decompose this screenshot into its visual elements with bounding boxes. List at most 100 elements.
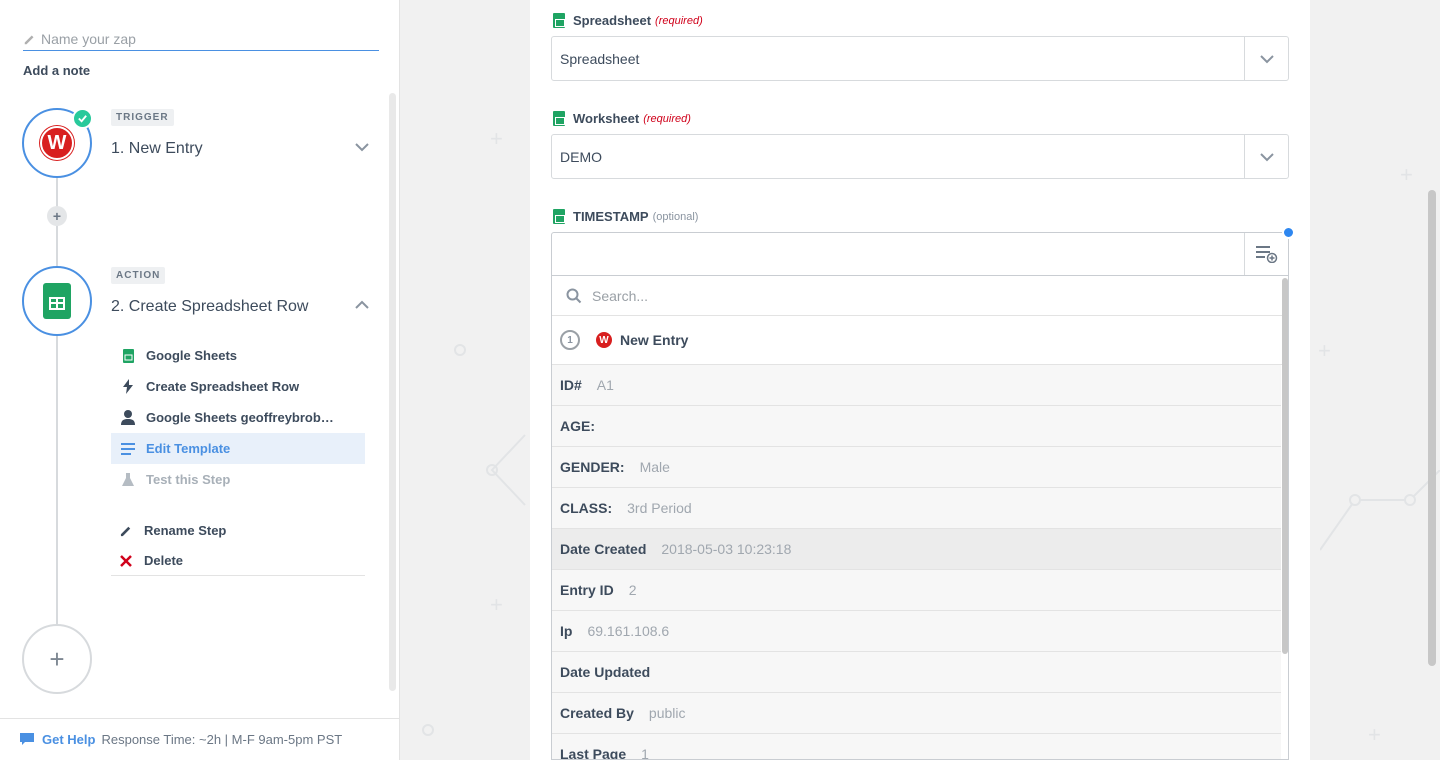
field-key: Entry ID (560, 582, 614, 598)
delete-step-button[interactable]: Delete (111, 546, 365, 576)
wufoo-icon: W (40, 126, 74, 160)
field-label-text: Worksheet (573, 111, 640, 126)
menu-item-account[interactable]: Google Sheets geoffreybrob… (111, 402, 365, 433)
zap-name-field[interactable] (23, 28, 379, 51)
sheets-icon (553, 209, 565, 224)
field-option[interactable]: AGE: (552, 406, 1281, 447)
field-value: public (648, 705, 686, 721)
spreadsheet-select[interactable]: Spreadsheet (551, 36, 1289, 81)
pencil-icon (24, 35, 34, 45)
decorative-plus: + (1400, 162, 1413, 187)
required-tag: (required) (643, 112, 691, 125)
field-option[interactable]: ID# A1 (552, 365, 1281, 406)
wufoo-icon: W (596, 332, 612, 348)
decorative-network (1320, 470, 1440, 551)
menu-item-choose-action[interactable]: Create Spreadsheet Row (111, 371, 365, 402)
rename-step-button[interactable]: Rename Step (111, 515, 365, 546)
field-key: CLASS: (560, 500, 613, 516)
decorative-circle (422, 724, 434, 736)
action-step-title[interactable]: 2. Create Spreadsheet Row (111, 298, 308, 316)
field-key: Ip (560, 623, 573, 639)
list-icon (119, 440, 137, 458)
chevron-down-icon[interactable] (1244, 37, 1288, 80)
user-icon (119, 409, 137, 427)
page-scrollbar[interactable] (1428, 190, 1436, 666)
focus-indicator-dot (1282, 226, 1295, 239)
spreadsheet-field-label: Spreadsheet (required) (553, 13, 703, 28)
field-search (552, 276, 1288, 316)
check-icon (72, 108, 93, 129)
step-number-badge: 1 (560, 330, 580, 350)
field-key: Date Created (560, 541, 647, 557)
insert-field-icon[interactable] (1244, 233, 1288, 275)
step-connector-line (56, 334, 58, 624)
search-icon (566, 288, 582, 303)
timestamp-input[interactable] (551, 232, 1289, 276)
zap-name-input[interactable] (41, 31, 361, 47)
field-value: 1 (641, 746, 649, 760)
menu-item-label: Create Spreadsheet Row (146, 379, 300, 394)
google-sheets-icon (43, 283, 71, 319)
worksheet-select[interactable]: DEMO (551, 134, 1289, 179)
chevron-up-icon[interactable] (353, 296, 371, 314)
chevron-down-icon[interactable] (1244, 135, 1288, 178)
menu-item-label: Edit Template (146, 441, 231, 456)
step-group-label: New Entry (620, 332, 689, 348)
field-option[interactable]: Date Updated (552, 652, 1281, 693)
field-option[interactable]: Last Page 1 (552, 734, 1281, 760)
decorative-plus: + (490, 126, 503, 151)
action-step-icon[interactable] (22, 266, 92, 336)
rename-step-label: Rename Step (144, 523, 227, 538)
field-option[interactable]: CLASS: 3rd Period (552, 488, 1281, 529)
field-value: 2018-05-03 10:23:18 (661, 541, 792, 557)
menu-item-label: Google Sheets geoffreybrob… (146, 410, 334, 425)
field-search-input[interactable] (592, 287, 1192, 304)
close-icon (117, 552, 135, 570)
add-step-button[interactable]: + (22, 624, 92, 694)
delete-step-label: Delete (144, 553, 184, 568)
field-value: 2 (628, 582, 637, 598)
bolt-icon (119, 378, 137, 396)
field-option[interactable]: GENDER: Male (552, 447, 1281, 488)
chevron-down-icon[interactable] (353, 138, 371, 156)
field-value: 69.161.108.6 (587, 623, 670, 639)
select-value: Spreadsheet (560, 50, 640, 67)
field-key: Created By (560, 705, 634, 721)
menu-item-label: Google Sheets (146, 348, 238, 363)
decorative-plus: + (1368, 722, 1381, 747)
add-note-link[interactable]: Add a note (23, 63, 90, 78)
chat-icon (20, 733, 34, 745)
field-option[interactable]: Created By public (552, 693, 1281, 734)
field-key: GENDER: (560, 459, 625, 475)
flask-icon (119, 471, 137, 489)
action-step-menu: Google Sheets Create Spreadsheet Row Goo… (111, 340, 365, 576)
get-help-link[interactable]: Get Help (42, 732, 95, 747)
help-footer: Get Help Response Time: ~2h | M-F 9am-5p… (0, 718, 400, 760)
field-option[interactable]: Ip 69.161.108.6 (552, 611, 1281, 652)
worksheet-field-label: Worksheet (required) (553, 111, 691, 126)
sheets-icon (553, 13, 565, 28)
dropdown-scrollbar[interactable] (1282, 278, 1288, 654)
field-key: AGE: (560, 418, 595, 434)
timestamp-field-label: TIMESTAMP (optional) (553, 209, 698, 224)
field-option[interactable]: Entry ID 2 (552, 570, 1281, 611)
required-tag: (required) (655, 14, 703, 27)
trigger-step-title[interactable]: 1. New Entry (111, 140, 203, 158)
menu-item-label: Test this Step (146, 472, 231, 487)
field-picker-dropdown: 1 W New Entry ID# A1 AGE: GENDER: Male CLA… (551, 276, 1289, 760)
field-option[interactable]: Date Created 2018-05-03 10:23:18 (552, 529, 1281, 570)
menu-item-edit-template[interactable]: Edit Template (111, 433, 365, 464)
field-label-text: TIMESTAMP (573, 209, 649, 224)
field-label-text: Spreadsheet (573, 13, 652, 28)
add-step-between-button[interactable]: + (47, 206, 67, 226)
menu-item-test-step[interactable]: Test this Step (111, 464, 365, 495)
field-key: Date Updated (560, 664, 651, 680)
decorative-network (454, 344, 526, 506)
decorative-plus: + (1318, 338, 1331, 363)
optional-tag: (optional) (652, 210, 699, 223)
step-group-header[interactable]: 1 W New Entry (552, 316, 1288, 365)
sidebar-scrollbar[interactable] (389, 93, 396, 691)
menu-item-choose-app[interactable]: Google Sheets (111, 340, 365, 371)
pencil-icon (117, 522, 135, 540)
sheets-icon (119, 347, 137, 365)
